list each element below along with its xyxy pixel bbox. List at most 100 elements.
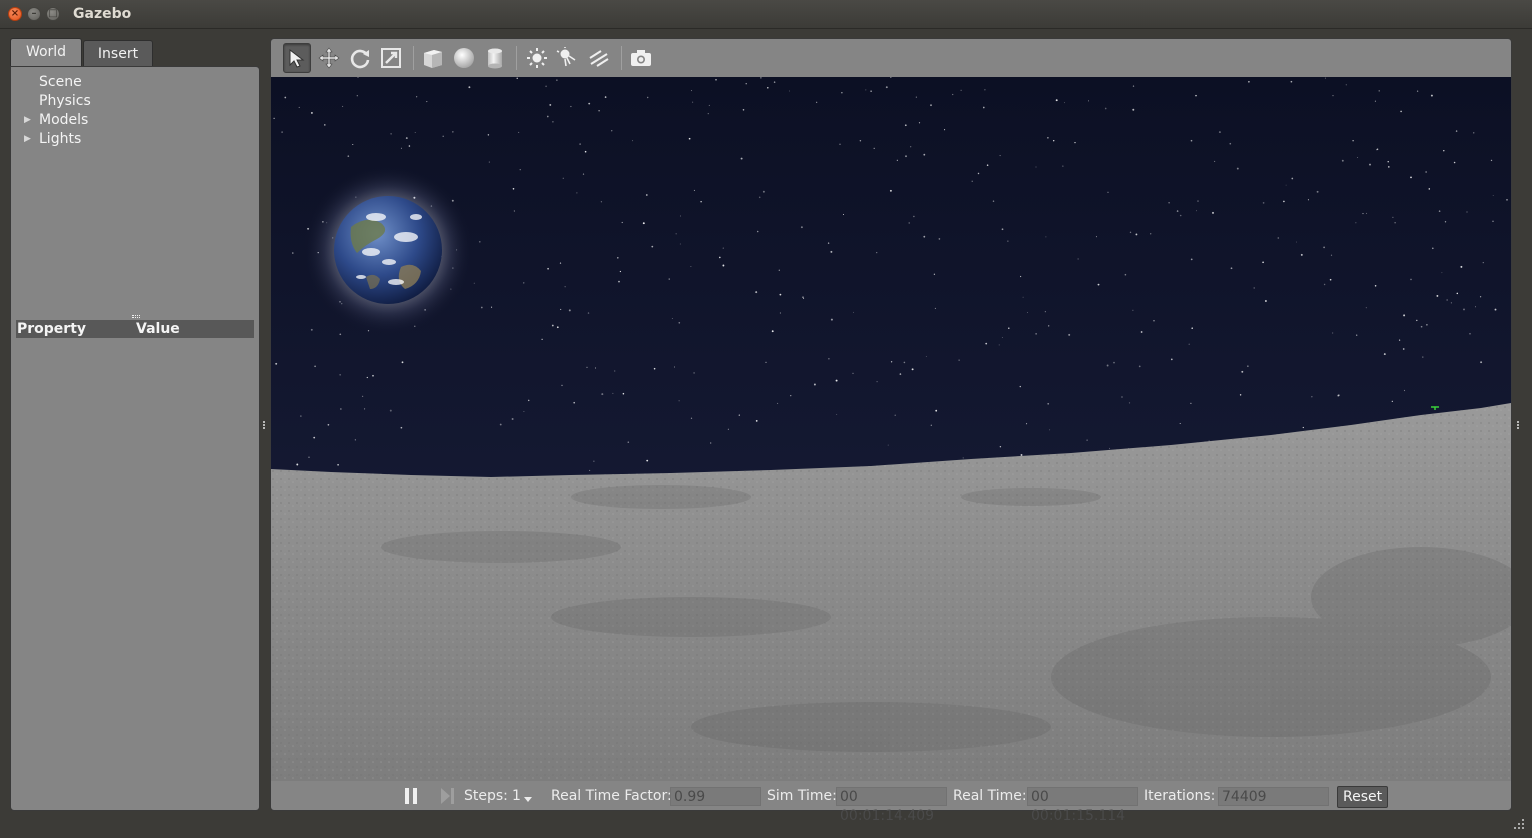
tab-insert[interactable]: Insert [83, 40, 153, 66]
star [1463, 308, 1465, 311]
star [1443, 150, 1445, 152]
insert-cylinder-button[interactable] [481, 43, 509, 73]
star [1410, 278, 1412, 281]
star [1239, 394, 1242, 396]
value-column-header[interactable]: Value [136, 320, 180, 338]
star [690, 265, 692, 267]
star [836, 414, 838, 415]
star [1323, 246, 1325, 249]
window-maximize-button[interactable]: □ [46, 7, 60, 21]
insert-sphere-button[interactable] [450, 43, 478, 73]
star [992, 200, 995, 202]
star [710, 442, 712, 444]
star [1197, 200, 1199, 202]
star [512, 188, 515, 190]
star [722, 247, 724, 249]
select-mode-button[interactable] [283, 43, 311, 73]
screenshot-camera-icon [631, 50, 651, 66]
star [651, 245, 654, 248]
star [347, 155, 350, 157]
rotate-mode-button[interactable] [346, 43, 374, 73]
earth-sphere [334, 196, 442, 304]
star [678, 321, 681, 324]
star [1170, 358, 1173, 361]
screenshot-button[interactable] [627, 43, 655, 73]
star [1191, 327, 1193, 329]
star [944, 129, 946, 131]
star [1416, 90, 1419, 92]
tree-item-lights[interactable]: ▶ Lights [11, 130, 259, 149]
steps-dropdown-arrow[interactable] [523, 791, 533, 809]
star [1436, 294, 1439, 297]
star [816, 101, 818, 103]
star [742, 109, 745, 111]
star [1307, 199, 1309, 201]
star [771, 330, 774, 333]
star [718, 256, 721, 259]
chevron-down-icon [524, 797, 532, 802]
insert-box-button[interactable] [419, 43, 447, 73]
right-splitter-handle[interactable] [1516, 420, 1520, 430]
star [1302, 426, 1304, 429]
left-splitter-handle[interactable] [262, 420, 266, 430]
tree-item-physics[interactable]: Physics [11, 92, 259, 111]
star [617, 257, 619, 259]
star [1264, 300, 1267, 302]
star [1456, 292, 1459, 295]
star [688, 137, 691, 140]
star [541, 338, 543, 340]
star [938, 238, 941, 240]
expand-arrow-icon[interactable]: ▶ [24, 111, 31, 130]
window-close-button[interactable]: × [8, 7, 22, 21]
star [1035, 333, 1037, 335]
star [1446, 299, 1448, 301]
star [642, 222, 645, 225]
tree-item-models[interactable]: ▶ Models [11, 111, 259, 130]
pause-button[interactable] [403, 787, 419, 805]
3d-viewport[interactable] [271, 77, 1511, 781]
star [352, 144, 354, 145]
star [839, 143, 841, 146]
tree-item-scene[interactable]: Scene [11, 73, 259, 92]
star [779, 293, 782, 296]
toolbar-divider [516, 46, 517, 70]
star [551, 324, 554, 327]
window-minimize-button[interactable]: – [27, 7, 41, 21]
star [859, 139, 862, 142]
star [1362, 213, 1364, 215]
star [579, 143, 581, 145]
star [700, 200, 702, 203]
star [1074, 142, 1076, 144]
steps-value[interactable]: 1 [512, 787, 521, 805]
star [594, 367, 596, 369]
star [679, 243, 681, 245]
translate-mode-button[interactable] [315, 43, 343, 73]
star [327, 423, 330, 426]
star [627, 441, 630, 443]
step-button[interactable] [439, 787, 457, 805]
iterations-label: Iterations: [1144, 788, 1216, 804]
star [678, 400, 680, 402]
star [600, 201, 603, 203]
star [890, 361, 893, 363]
star [971, 180, 973, 182]
star [899, 373, 902, 375]
star [813, 383, 816, 386]
expand-arrow-icon[interactable]: ▶ [24, 130, 31, 149]
star [339, 333, 342, 336]
insert-point-light-button[interactable] [523, 43, 551, 73]
star [1128, 402, 1131, 404]
star [1490, 159, 1493, 162]
tab-world[interactable]: World [10, 38, 82, 66]
star [1132, 108, 1135, 111]
star [982, 106, 985, 109]
star [552, 120, 554, 123]
scale-mode-button[interactable] [377, 43, 405, 73]
panel-splitter-handle[interactable] [132, 315, 140, 318]
insert-spot-light-button[interactable] [554, 43, 582, 73]
star [1195, 94, 1197, 97]
property-column-header[interactable]: Property [17, 320, 86, 338]
resize-grip[interactable] [1512, 816, 1526, 830]
reset-button[interactable]: Reset [1337, 786, 1389, 808]
insert-directional-light-button[interactable] [585, 43, 613, 73]
